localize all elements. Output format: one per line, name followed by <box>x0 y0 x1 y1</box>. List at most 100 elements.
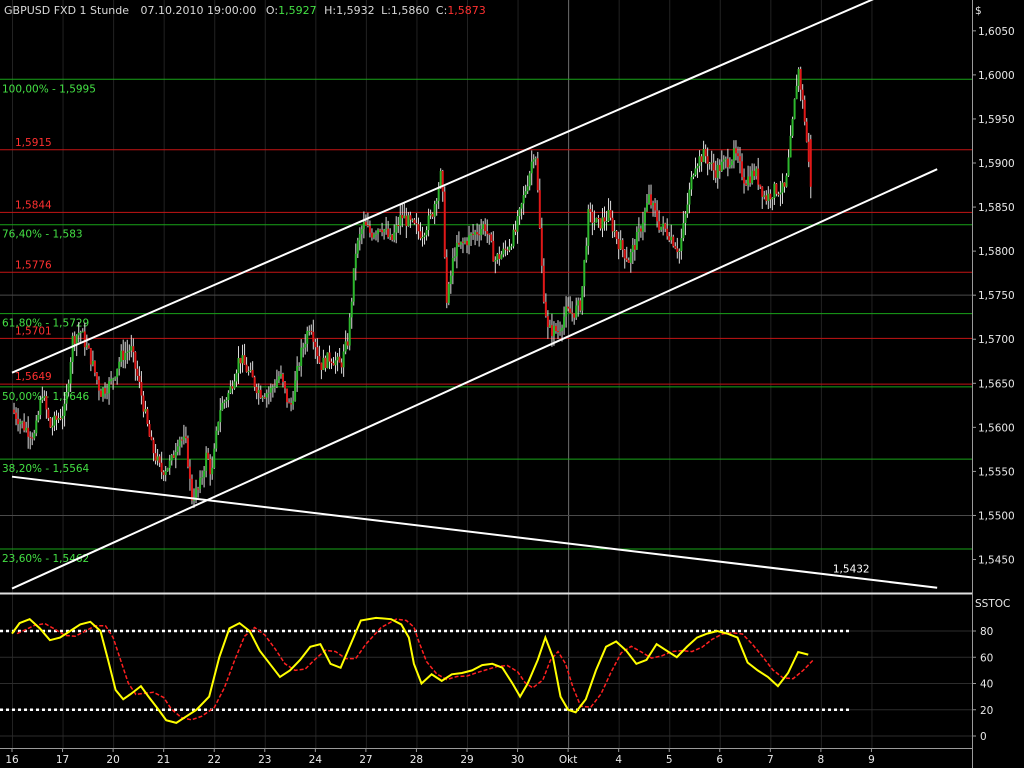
candle-body <box>122 350 125 361</box>
candle-body <box>751 170 754 183</box>
candle-body <box>233 381 236 389</box>
candle-body <box>607 209 610 222</box>
candle-body <box>112 378 115 380</box>
candle-body <box>743 177 746 184</box>
candle-body <box>518 208 521 217</box>
candle-body <box>53 415 56 426</box>
candle-body <box>360 229 363 235</box>
candle-body <box>156 456 159 461</box>
price-tick-label: 1,5650 <box>978 378 1015 390</box>
candle-body <box>83 331 86 348</box>
candle-body <box>749 176 752 183</box>
candle-body <box>474 232 477 235</box>
candle-body <box>381 230 384 233</box>
candle-body <box>405 215 408 226</box>
candle-body <box>573 313 576 318</box>
price-tick-label: 1,5600 <box>978 422 1015 434</box>
fib-level-label: 61,80% - 1,5729 <box>2 318 89 330</box>
candle-body <box>552 325 555 337</box>
candle-body <box>97 379 100 391</box>
candle-body <box>310 330 313 332</box>
candle-body <box>265 393 268 398</box>
candle-body <box>300 347 303 366</box>
candle-body <box>330 361 333 364</box>
time-tick-label: 6 <box>716 754 723 766</box>
candle-body <box>581 286 584 311</box>
candle-body <box>445 257 448 303</box>
time-tick-label: 5 <box>666 754 673 766</box>
candle-body <box>801 89 804 100</box>
candle-body <box>306 330 309 344</box>
candle-body <box>593 222 596 224</box>
candle-body <box>29 436 32 438</box>
candle-body <box>23 421 26 431</box>
candle-body <box>684 213 687 223</box>
candle-body <box>656 210 659 222</box>
candle-body <box>706 156 709 164</box>
candle-body <box>514 229 517 232</box>
candle-body <box>532 159 535 162</box>
candle-body <box>767 193 770 201</box>
candle-body <box>476 232 479 235</box>
candle-body <box>530 161 533 174</box>
candle-body <box>429 213 432 216</box>
candle-body <box>753 170 756 177</box>
candle-body <box>639 228 642 232</box>
candle-body <box>17 418 20 425</box>
candle-body <box>102 388 104 397</box>
stoch-tick-label: 20 <box>980 705 993 717</box>
time-tick-label: 28 <box>410 754 423 766</box>
candle-body <box>67 383 70 393</box>
candle-body <box>583 260 586 287</box>
candle-body <box>449 275 452 284</box>
candle-body <box>617 238 620 250</box>
candle-body <box>773 183 776 198</box>
candle-body <box>415 223 418 225</box>
candle-body <box>615 231 618 239</box>
candle-body <box>178 439 181 447</box>
candle-body <box>557 331 559 333</box>
candle-body <box>316 347 319 357</box>
candle-body <box>281 374 284 382</box>
candle-body <box>275 380 278 387</box>
candle-body <box>296 366 299 381</box>
candle-body <box>520 203 523 209</box>
candle-body <box>243 355 246 365</box>
time-tick-label: 20 <box>106 754 119 766</box>
candle-body <box>207 452 210 459</box>
candle-body <box>401 214 404 219</box>
header-high: 1,5932 <box>336 4 375 17</box>
candle-body <box>140 381 143 396</box>
candle-body <box>356 240 359 254</box>
price-chart[interactable]: 1,59151,58441,57761,57011,5649100,00% - … <box>0 0 1024 768</box>
candle-body <box>245 364 248 372</box>
candle-body <box>241 355 244 364</box>
candle-body <box>387 228 390 238</box>
candle-body <box>271 387 274 389</box>
candle-body <box>781 182 784 193</box>
stoch-tick-label: 0 <box>980 731 987 743</box>
candle-body <box>364 221 367 225</box>
candle-body <box>322 357 325 370</box>
candle-body <box>447 283 450 303</box>
candle-body <box>702 148 705 163</box>
candle-body <box>526 186 529 192</box>
candle-body <box>116 368 119 378</box>
candle-body <box>304 343 307 348</box>
candle-body <box>33 433 36 439</box>
candle-body <box>209 458 212 475</box>
candle-body <box>336 356 339 361</box>
header-low: 1,5860 <box>391 4 430 17</box>
candle-body <box>340 362 343 368</box>
candle-body <box>279 374 282 377</box>
candle-body <box>27 427 30 437</box>
price-tick-label: 1,5850 <box>978 202 1015 214</box>
candle-body <box>734 148 737 154</box>
candle-body <box>433 204 436 217</box>
candle-body <box>652 203 655 206</box>
candle-body <box>352 268 355 302</box>
candle-body <box>348 317 351 346</box>
time-tick-label: 17 <box>56 754 69 766</box>
candle-body <box>45 396 48 410</box>
candle-body <box>694 168 697 175</box>
